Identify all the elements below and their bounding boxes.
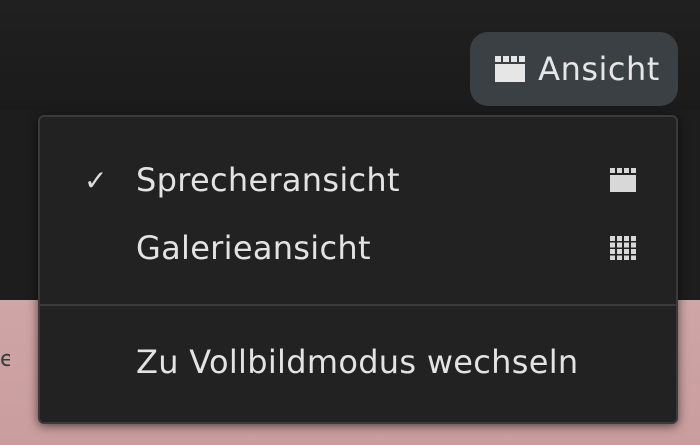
menu-item-label: Galerieansicht [136, 229, 371, 267]
background-edge-text: e [0, 347, 10, 372]
check-icon: ✓ [84, 163, 108, 197]
speaker-view-icon [610, 168, 636, 192]
menu-item-label: Sprecheransicht [136, 161, 400, 199]
menu-item-gallery-view[interactable]: Galerieansicht [40, 213, 676, 283]
speaker-view-icon [495, 56, 526, 82]
gallery-view-icon [610, 236, 636, 260]
menu-item-label: Zu Vollbildmodus wechseln [136, 343, 579, 381]
view-button-label: Ansicht [538, 50, 660, 88]
menu-item-fullscreen[interactable]: Zu Vollbildmodus wechseln [40, 327, 676, 397]
menu-divider [40, 304, 676, 306]
view-button[interactable]: Ansicht [470, 32, 678, 106]
menu-item-speaker-view[interactable]: ✓ Sprecheransicht [40, 145, 676, 215]
